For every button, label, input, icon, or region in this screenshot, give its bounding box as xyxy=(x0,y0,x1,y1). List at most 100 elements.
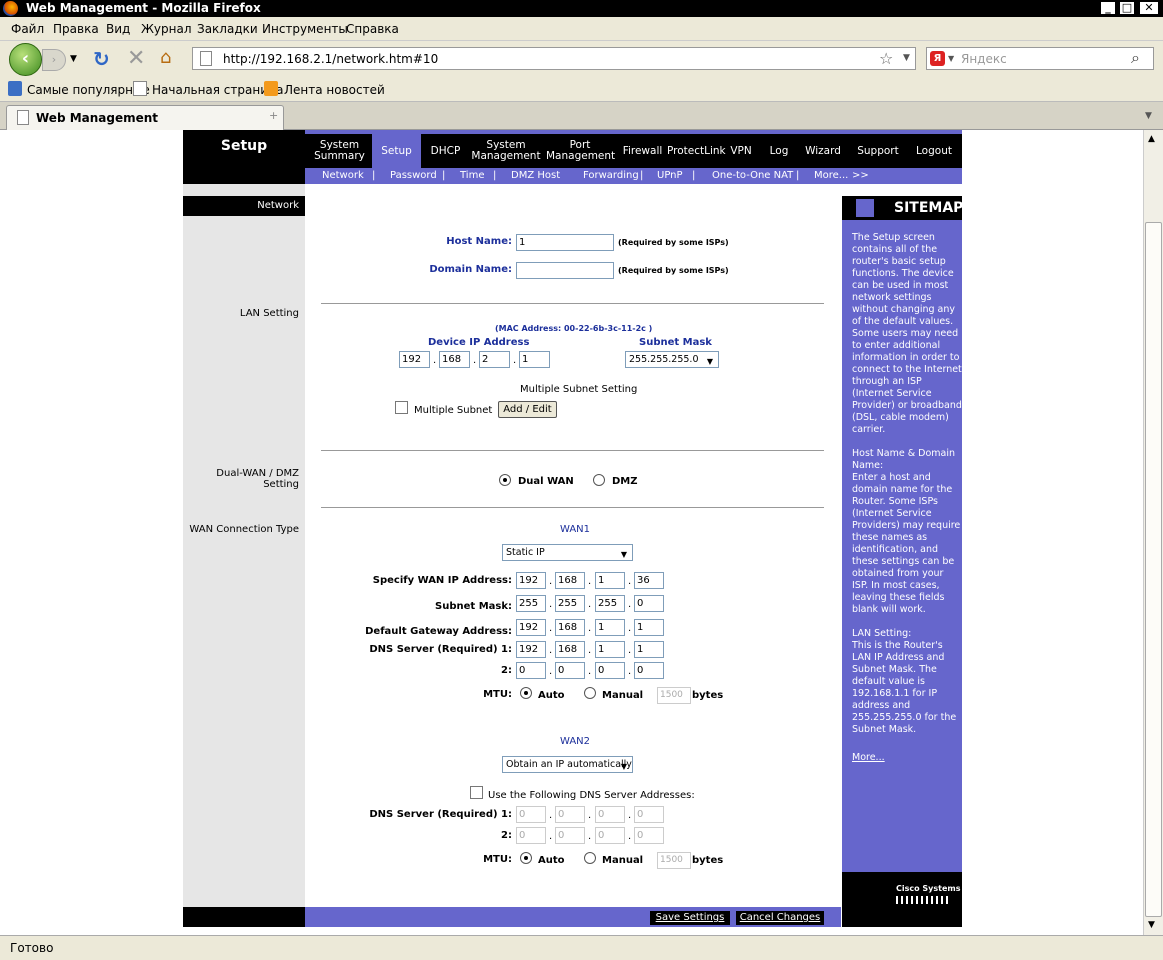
subnav-time[interactable]: Time xyxy=(460,170,484,181)
wan1-mtu-manual-radio[interactable] xyxy=(584,687,596,699)
wan1-mask-octet-3[interactable]: 255 xyxy=(595,595,625,612)
nav-wizard[interactable]: Wizard xyxy=(802,146,844,157)
wan1-gateway-octet-2[interactable]: 168 xyxy=(555,619,585,636)
nav-log[interactable]: Log xyxy=(765,146,793,157)
wan2-dns1-octet-3[interactable]: 0 xyxy=(595,806,625,823)
bookmark-most-visited[interactable]: Самые популярные xyxy=(27,83,150,97)
add-edit-button[interactable]: Add / Edit xyxy=(498,401,557,418)
tab-title[interactable]: Web Management xyxy=(36,111,158,125)
wan2-dns2-octet-1[interactable]: 0 xyxy=(516,827,546,844)
tab-list-icon[interactable]: ▼ xyxy=(1145,111,1152,121)
device-ip-octet-4[interactable]: 1 xyxy=(519,351,550,368)
history-dropdown-icon[interactable]: ▼ xyxy=(70,54,77,64)
wan2-dns1-octet-4[interactable]: 0 xyxy=(634,806,664,823)
search-placeholder[interactable]: Яндекс xyxy=(961,52,1007,66)
wan1-gateway-octet-4[interactable]: 1 xyxy=(634,619,664,636)
subnav-upnp[interactable]: UPnP xyxy=(657,170,683,181)
menu-tools[interactable]: Инструменты xyxy=(262,22,348,36)
subnav-one-to-one-nat[interactable]: One-to-One NAT xyxy=(712,170,793,181)
cancel-changes-button[interactable]: Cancel Changes xyxy=(736,911,824,925)
nav-setup[interactable]: Setup xyxy=(372,146,421,157)
wan1-gateway-octet-3[interactable]: 1 xyxy=(595,619,625,636)
wan1-mask-octet-1[interactable]: 255 xyxy=(516,595,546,612)
wan1-mask-octet-4[interactable]: 0 xyxy=(634,595,664,612)
forward-button[interactable]: › xyxy=(42,49,66,71)
scroll-up-icon[interactable]: ▲ xyxy=(1148,134,1155,144)
device-ip-octet-2[interactable]: 168 xyxy=(439,351,470,368)
host-name-input[interactable]: 1 xyxy=(516,234,614,251)
dual-wan-radio[interactable] xyxy=(499,474,511,486)
search-engine-icon[interactable]: Я xyxy=(930,51,945,66)
nav-dhcp[interactable]: DHCP xyxy=(427,146,464,157)
reload-icon[interactable]: ↻ xyxy=(93,47,110,71)
menu-help[interactable]: Справка xyxy=(346,22,399,36)
scroll-down-icon[interactable]: ▼ xyxy=(1148,920,1155,930)
subnav-password[interactable]: Password xyxy=(390,170,437,181)
wan1-dns2-octet-3[interactable]: 0 xyxy=(595,662,625,679)
device-ip-octet-1[interactable]: 192 xyxy=(399,351,430,368)
save-settings-button[interactable]: Save Settings xyxy=(650,911,730,925)
domain-name-input[interactable] xyxy=(516,262,614,279)
wan2-mtu-input[interactable]: 1500 xyxy=(657,852,691,869)
device-ip-octet-3[interactable]: 2 xyxy=(479,351,510,368)
address-bar[interactable]: http://192.168.2.1/network.htm#10 ☆ ▼ xyxy=(192,47,916,70)
wan1-dns2-octet-4[interactable]: 0 xyxy=(634,662,664,679)
back-button[interactable]: ‹ xyxy=(9,43,42,76)
wan2-mtu-manual-radio[interactable] xyxy=(584,852,596,864)
dmz-radio[interactable] xyxy=(593,474,605,486)
wan1-ip-octet-3[interactable]: 1 xyxy=(595,572,625,589)
wan1-gateway-octet-1[interactable]: 192 xyxy=(516,619,546,636)
wan1-type-select[interactable]: Static IP ▼ xyxy=(502,544,633,561)
bookmark-news-feed[interactable]: Лента новостей xyxy=(284,83,385,97)
wan1-mtu-input[interactable]: 1500 xyxy=(657,687,691,704)
wan1-ip-octet-2[interactable]: 168 xyxy=(555,572,585,589)
vertical-scrollbar[interactable]: ▲ ▼ xyxy=(1143,130,1163,935)
sitemap-more-link[interactable]: More... xyxy=(852,752,885,763)
nav-logout[interactable]: Logout xyxy=(913,146,955,157)
home-icon[interactable]: ⌂ xyxy=(160,47,171,68)
wan1-mtu-auto-radio[interactable] xyxy=(520,687,532,699)
maximize-button[interactable]: □ xyxy=(1119,1,1135,15)
menu-edit[interactable]: Правка xyxy=(53,22,99,36)
wan1-dns1-octet-2[interactable]: 168 xyxy=(555,641,585,658)
nav-port-management[interactable]: Port Management xyxy=(546,140,615,162)
wan1-ip-octet-1[interactable]: 192 xyxy=(516,572,546,589)
multiple-subnet-checkbox[interactable] xyxy=(395,401,408,414)
nav-protectlink[interactable]: ProtectLink xyxy=(667,146,726,157)
menu-view[interactable]: Вид xyxy=(106,22,130,36)
subnav-network[interactable]: Network xyxy=(322,170,364,181)
wan1-dns2-octet-1[interactable]: 0 xyxy=(516,662,546,679)
tab-web-management[interactable]: Web Management + xyxy=(6,105,284,130)
wan2-mtu-auto-radio[interactable] xyxy=(520,852,532,864)
subnet-mask-select[interactable]: 255.255.255.0 ▼ xyxy=(625,351,719,368)
wan1-mask-octet-2[interactable]: 255 xyxy=(555,595,585,612)
wan2-type-select[interactable]: Obtain an IP automatically ▼ xyxy=(502,756,633,773)
subnav-dmz-host[interactable]: DMZ Host xyxy=(511,170,560,181)
wan1-dns2-octet-2[interactable]: 0 xyxy=(555,662,585,679)
search-icon[interactable]: ⌕ xyxy=(1131,48,1140,68)
wan2-dns2-octet-2[interactable]: 0 xyxy=(555,827,585,844)
url-dropdown-icon[interactable]: ▼ xyxy=(903,53,910,63)
nav-support[interactable]: Support xyxy=(855,146,901,157)
wan2-dns2-octet-4[interactable]: 0 xyxy=(634,827,664,844)
scroll-thumb[interactable] xyxy=(1145,222,1162,917)
engine-dropdown-icon[interactable]: ▼ xyxy=(948,54,954,63)
menu-bookmarks[interactable]: Закладки xyxy=(197,22,258,36)
address-url[interactable]: http://192.168.2.1/network.htm#10 xyxy=(223,52,438,66)
menu-history[interactable]: Журнал xyxy=(141,22,192,36)
nav-vpn[interactable]: VPN xyxy=(727,146,755,157)
bookmark-star-icon[interactable]: ☆ xyxy=(879,49,893,68)
wan1-dns1-octet-4[interactable]: 1 xyxy=(634,641,664,658)
wan2-dns1-octet-2[interactable]: 0 xyxy=(555,806,585,823)
wan2-dns2-octet-3[interactable]: 0 xyxy=(595,827,625,844)
stop-icon[interactable]: ✕ xyxy=(127,46,145,71)
subnav-forwarding[interactable]: Forwarding xyxy=(583,170,639,181)
subnav-more-arrows[interactable]: >> xyxy=(852,170,869,181)
wan1-dns1-octet-3[interactable]: 1 xyxy=(595,641,625,658)
wan1-dns1-octet-1[interactable]: 192 xyxy=(516,641,546,658)
nav-firewall[interactable]: Firewall xyxy=(620,146,665,157)
wan2-dns1-octet-1[interactable]: 0 xyxy=(516,806,546,823)
new-tab-icon[interactable]: + xyxy=(269,109,278,122)
menu-file[interactable]: Файл xyxy=(11,22,44,36)
close-button[interactable]: ✕ xyxy=(1139,1,1159,15)
